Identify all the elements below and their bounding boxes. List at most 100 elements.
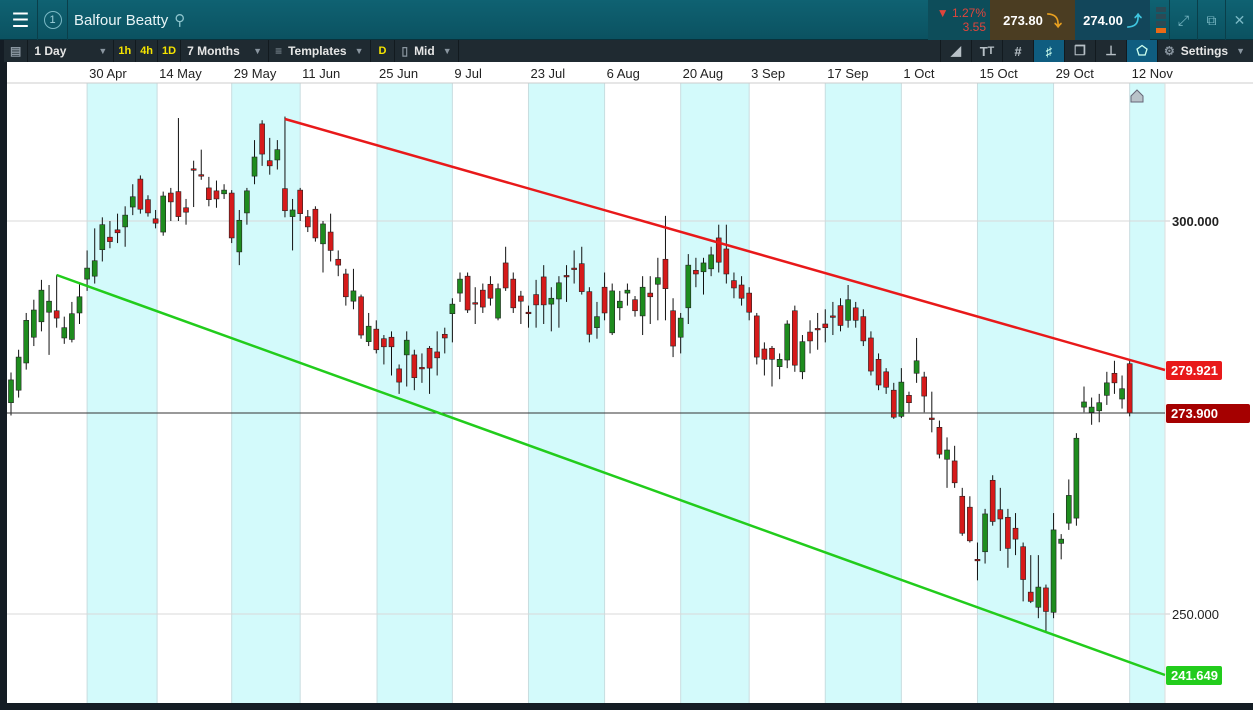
current-price-label: 273.900	[1171, 406, 1218, 421]
candle-up	[99, 224, 106, 250]
change-absolute: 3.55	[962, 20, 986, 34]
settings-dropdown[interactable]: ⚙ Settings ▼	[1157, 40, 1253, 62]
candle-down	[304, 216, 311, 228]
list-icon[interactable]: ▤	[4, 40, 29, 62]
x-axis-label: 20 Aug	[683, 66, 724, 81]
grid-icon[interactable]: #	[1002, 40, 1033, 62]
candle-up	[913, 360, 920, 374]
layers-icon[interactable]: ❐	[1064, 40, 1095, 62]
candle-down	[670, 310, 676, 347]
popout-icon[interactable]: ⧉	[1197, 0, 1225, 40]
period-band	[977, 83, 1054, 703]
price-chart[interactable]: 30 Apr 14 May 29 May 11 Jun 25 Jun 9 Jul 23 Ju…	[7, 62, 1253, 703]
candle-up	[122, 214, 128, 228]
candle-down	[738, 284, 745, 299]
channel-link-button[interactable]: 1	[38, 0, 68, 40]
candle-up	[84, 267, 90, 280]
candle-down	[769, 347, 775, 360]
candle-down	[1126, 363, 1133, 414]
price-type-dropdown[interactable]: ▯ Mid ▼	[395, 40, 459, 62]
candle-up	[23, 320, 30, 364]
text-size-icon[interactable]: TT	[971, 40, 1002, 62]
chevron-down-icon: ▼	[98, 46, 108, 56]
candle-up	[274, 149, 281, 161]
interval-value: 1 Day	[34, 44, 67, 58]
x-axis-label: 11 Jun	[302, 66, 340, 81]
buy-price-button[interactable]: 274.00 ⤴	[1075, 0, 1150, 40]
candle-down	[335, 258, 342, 266]
crosshair-grid-icon[interactable]: ♯	[1033, 40, 1064, 62]
candle-up	[1088, 406, 1095, 413]
quick-interval-4h[interactable]: 4h	[136, 40, 159, 62]
candle-down	[647, 292, 654, 298]
label-tag-icon[interactable]: ⬠	[1126, 40, 1157, 62]
d-button[interactable]: D	[371, 40, 396, 62]
candle-down	[951, 460, 958, 484]
candle-down	[533, 294, 539, 306]
candle-down	[107, 236, 113, 242]
x-axis-label: 12 Nov	[1132, 66, 1174, 81]
candle-down	[868, 337, 874, 372]
candle-up	[69, 313, 75, 340]
candle-down	[297, 189, 303, 214]
candle-up	[1035, 586, 1042, 608]
arrow-down-icon: ⤵	[1046, 12, 1062, 30]
candle-up	[61, 327, 68, 339]
candle-up	[365, 325, 372, 342]
title-bar: ☰ 1 Balfour Beatty ⚲ ▼ 1.27% 3.55 273.80 ⤵…	[0, 0, 1253, 40]
candle-down	[183, 207, 189, 213]
chevron-down-icon: ▼	[442, 46, 452, 56]
candle-up	[289, 209, 296, 217]
period-band	[87, 83, 158, 703]
candle-down	[472, 302, 479, 305]
down-triangle-icon: ▼	[936, 6, 952, 20]
candle-down	[906, 395, 912, 404]
candle-down	[434, 351, 440, 359]
interval-dropdown[interactable]: 1 Day ▼	[28, 40, 115, 62]
candle-down	[959, 495, 966, 534]
chart-canvas[interactable]: 30 Apr 14 May 29 May 11 Jun 25 Jun 9 Jul 23 Ju…	[7, 62, 1253, 703]
candle-down	[1020, 546, 1026, 580]
channel-number: 1	[43, 11, 62, 29]
candle-down	[997, 509, 1004, 520]
candle-down	[662, 258, 669, 289]
y-axis-label: 250.000	[1172, 607, 1219, 622]
candle-down	[464, 275, 471, 311]
candle-down	[198, 174, 205, 177]
candle-down	[259, 123, 265, 155]
candle-up	[624, 289, 631, 294]
candle-up	[320, 223, 326, 245]
quick-interval-1h[interactable]: 1h	[114, 40, 137, 62]
candle-up	[129, 196, 136, 208]
close-icon[interactable]: ✕	[1225, 0, 1253, 40]
candle-down	[190, 168, 197, 171]
candle-down	[480, 289, 486, 308]
candle-down	[1111, 372, 1118, 384]
candle-up	[1081, 401, 1087, 408]
candle-up	[221, 189, 227, 195]
candle-up	[685, 264, 692, 309]
support-price-label: 241.649	[1171, 668, 1218, 683]
candle-down	[563, 275, 570, 278]
candle-up	[556, 282, 562, 300]
range-dropdown[interactable]: 7 Months ▼	[181, 40, 270, 62]
menu-icon[interactable]: ☰	[4, 0, 38, 40]
templates-label: Templates	[288, 44, 347, 58]
instrument-title[interactable]: Balfour Beatty ⚲	[74, 0, 185, 40]
candle-down	[228, 192, 235, 239]
x-axis-label: 29 May	[234, 66, 277, 81]
indicator-icon[interactable]: ⊥	[1095, 40, 1126, 62]
chevron-down-icon: ▼	[1236, 46, 1246, 56]
period-band	[528, 83, 605, 703]
search-icon[interactable]: ⚲	[174, 11, 185, 29]
x-axis-label: 1 Oct	[903, 66, 934, 81]
sell-price-button[interactable]: 273.80 ⤵	[990, 0, 1075, 40]
candle-down	[282, 188, 288, 212]
templates-dropdown[interactable]: ≡ Templates ▼	[269, 40, 371, 62]
candle-down	[137, 178, 144, 210]
quick-interval-1d[interactable]: 1D	[158, 40, 182, 62]
candle-down	[814, 328, 821, 331]
expand-icon[interactable]: ⤢	[1169, 0, 1197, 40]
period-band	[231, 83, 301, 703]
drawing-tool-icon[interactable]: ◢	[940, 40, 971, 62]
